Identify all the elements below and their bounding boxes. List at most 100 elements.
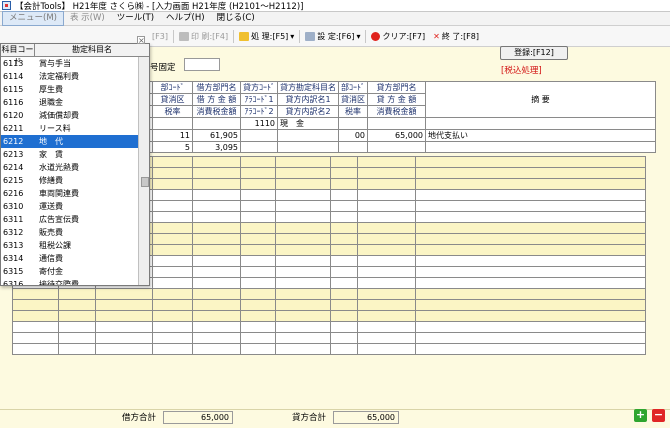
grid-cell[interactable]	[277, 141, 339, 153]
credit-account-cell[interactable]: 現 金	[277, 117, 339, 130]
grid-cell[interactable]	[357, 332, 416, 344]
grid-cell[interactable]	[330, 288, 358, 300]
table-row[interactable]	[12, 332, 646, 344]
grid-cell[interactable]	[240, 255, 276, 267]
grid-cell[interactable]	[152, 332, 193, 344]
grid-cell[interactable]	[58, 321, 96, 333]
grid-cell[interactable]	[338, 117, 368, 130]
grid-cell[interactable]	[275, 200, 331, 212]
grid-cell[interactable]	[275, 178, 331, 190]
grid-cell[interactable]	[275, 167, 331, 179]
scrollbar-thumb[interactable]	[141, 177, 149, 187]
grid-cell[interactable]	[152, 343, 193, 355]
menu-view[interactable]: 表 示(W)	[64, 12, 111, 25]
grid-cell[interactable]	[330, 255, 358, 267]
credit-code-cell[interactable]: 1110	[240, 117, 278, 130]
grid-cell[interactable]	[415, 310, 646, 322]
list-item[interactable]: 6215 修繕費	[1, 174, 138, 187]
table-row[interactable]	[12, 343, 646, 355]
grid-cell[interactable]	[240, 189, 276, 201]
grid-cell[interactable]	[357, 321, 416, 333]
grid-cell[interactable]	[275, 266, 331, 278]
grid-cell[interactable]	[275, 211, 331, 223]
grid-cell[interactable]	[152, 189, 193, 201]
grid-cell[interactable]	[330, 189, 358, 201]
grid-cell[interactable]	[12, 332, 59, 344]
dropdown-close-icon[interactable]: ×	[137, 36, 145, 45]
grid-cell[interactable]	[192, 178, 241, 190]
tax-class-cell[interactable]: 11	[152, 129, 193, 142]
grid-cell[interactable]	[415, 200, 646, 212]
table-row[interactable]	[12, 299, 646, 311]
grid-cell[interactable]	[240, 266, 276, 278]
grid-cell[interactable]	[415, 156, 646, 168]
list-item[interactable]: 6310 運送費	[1, 200, 138, 213]
list-item[interactable]: 6114 法定福利費	[1, 70, 138, 83]
grid-cell[interactable]	[58, 343, 96, 355]
process-button[interactable]: 処 理:[F5] ▾	[235, 28, 298, 44]
grid-cell[interactable]	[415, 233, 646, 245]
grid-cell[interactable]	[357, 266, 416, 278]
grid-cell[interactable]	[275, 299, 331, 311]
list-item[interactable]: 6214 水道光熱費	[1, 161, 138, 174]
grid-cell[interactable]	[330, 321, 358, 333]
grid-cell[interactable]	[192, 211, 241, 223]
tax-amount-cell[interactable]: 3,095	[192, 141, 241, 153]
grid-cell[interactable]	[357, 288, 416, 300]
grid-cell[interactable]	[152, 255, 193, 267]
grid-cell[interactable]	[192, 244, 241, 256]
tax-processing-link[interactable]: [税込処理]	[501, 64, 542, 76]
list-item[interactable]: 6316 接待交際費	[1, 278, 138, 285]
grid-cell[interactable]	[275, 156, 331, 168]
grid-cell[interactable]	[415, 178, 646, 190]
grid-cell[interactable]	[330, 299, 358, 311]
grid-cell[interactable]	[240, 156, 276, 168]
grid-cell[interactable]	[330, 310, 358, 322]
fixed-number-input[interactable]	[184, 58, 220, 71]
grid-cell[interactable]	[240, 310, 276, 322]
grid-cell[interactable]	[357, 178, 416, 190]
clear-button[interactable]: クリア:[F7]	[367, 28, 429, 44]
table-row[interactable]	[12, 321, 646, 333]
grid-cell[interactable]	[415, 189, 646, 201]
exit-button[interactable]: ✕ 終 了:[F8]	[429, 28, 483, 44]
list-item[interactable]: 6120 減価償却費	[1, 109, 138, 122]
grid-cell[interactable]	[275, 288, 331, 300]
credit-dept-code-cell[interactable]: 00	[338, 129, 368, 142]
grid-cell[interactable]	[357, 244, 416, 256]
grid-cell[interactable]	[152, 233, 193, 245]
grid-cell[interactable]	[152, 222, 193, 234]
grid-cell[interactable]	[277, 129, 339, 142]
grid-cell[interactable]	[357, 167, 416, 179]
list-item[interactable]: 6213 家 賃	[1, 148, 138, 161]
grid-cell[interactable]	[12, 310, 59, 322]
grid-cell[interactable]	[357, 255, 416, 267]
grid-cell[interactable]	[330, 244, 358, 256]
grid-cell[interactable]	[192, 266, 241, 278]
grid-cell[interactable]	[192, 156, 241, 168]
grid-cell[interactable]	[415, 255, 646, 267]
toolbar-f3-button[interactable]: [F3]	[148, 28, 172, 44]
grid-cell[interactable]	[330, 277, 358, 289]
grid-cell[interactable]	[152, 244, 193, 256]
list-item[interactable]: 6216 車両関連費	[1, 187, 138, 200]
grid-cell[interactable]	[240, 244, 276, 256]
grid-cell[interactable]	[192, 343, 241, 355]
grid-cell[interactable]	[330, 343, 358, 355]
grid-cell[interactable]	[58, 288, 96, 300]
grid-cell[interactable]	[58, 299, 96, 311]
grid-cell[interactable]	[415, 321, 646, 333]
grid-cell[interactable]	[240, 332, 276, 344]
grid-cell[interactable]	[357, 189, 416, 201]
memo-cell[interactable]: 地代支払い	[425, 129, 656, 142]
grid-cell[interactable]	[12, 299, 59, 311]
grid-cell[interactable]	[330, 167, 358, 179]
grid-cell[interactable]	[357, 299, 416, 311]
grid-cell[interactable]	[58, 310, 96, 322]
grid-cell[interactable]	[240, 277, 276, 289]
grid-cell[interactable]	[192, 222, 241, 234]
grid-cell[interactable]	[275, 233, 331, 245]
grid-cell[interactable]	[415, 277, 646, 289]
list-item[interactable]: 6311 広告宣伝費	[1, 213, 138, 226]
dropdown-scrollbar[interactable]	[138, 57, 149, 285]
